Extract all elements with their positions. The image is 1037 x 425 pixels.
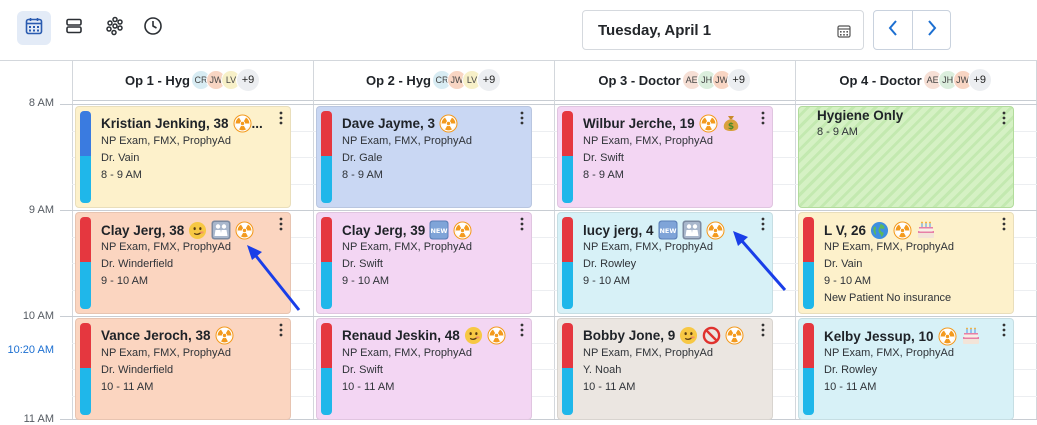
arrow-lucy-jerg [733,231,787,291]
arrow-clay-jerg [247,245,301,311]
annotation-arrows [247,231,787,311]
